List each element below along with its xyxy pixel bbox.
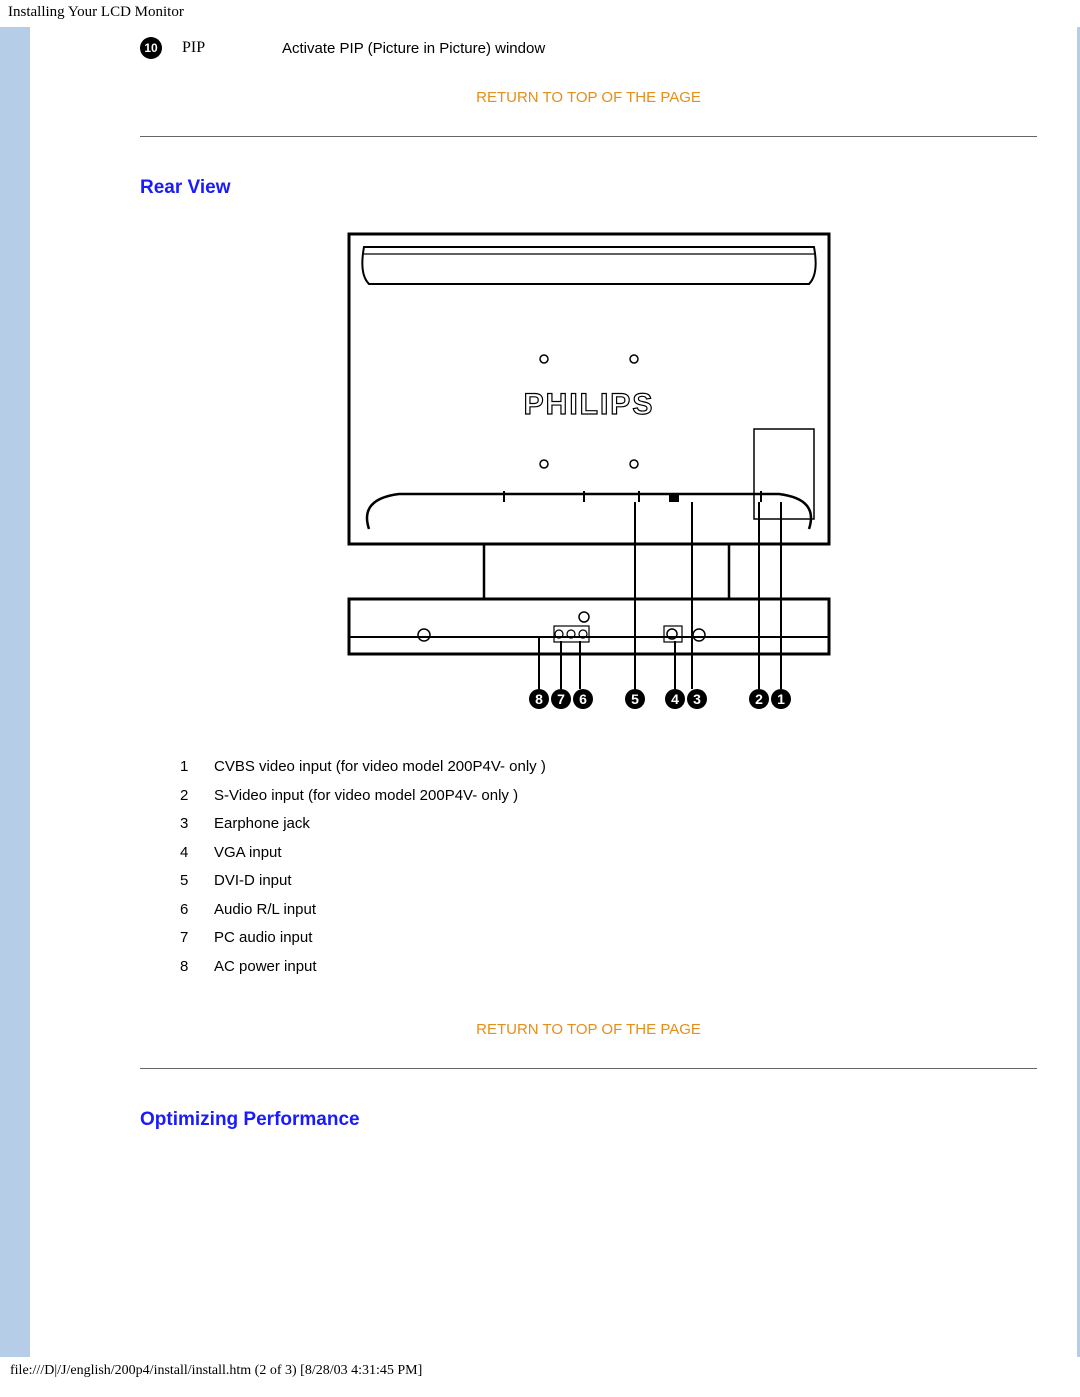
section-divider (140, 136, 1037, 137)
pip-number-badge: 10 (140, 37, 162, 59)
list-item: 3Earphone jack (180, 810, 1037, 839)
svg-text:7: 7 (557, 691, 565, 707)
brand-logo: PHILIPS (523, 388, 654, 421)
callout-2: 2 (749, 689, 769, 709)
section-divider (140, 1068, 1037, 1069)
port-list: 1CVBS video input (for video model 200P4… (180, 753, 1037, 981)
svg-text:6: 6 (579, 691, 587, 707)
list-item: 5DVI-D input (180, 867, 1037, 896)
callout-8: 8 (529, 689, 549, 709)
rear-view-diagram: PHILIPS (140, 229, 1037, 723)
list-item: 6Audio R/L input (180, 896, 1037, 925)
callout-4: 4 (665, 689, 685, 709)
return-to-top-link[interactable]: RETURN TO TOP OF THE PAGE (140, 1021, 1037, 1038)
page-header-title: Installing Your LCD Monitor (0, 0, 1080, 27)
pip-label: PIP (182, 39, 232, 57)
callout-1: 1 (771, 689, 791, 709)
list-item: 7PC audio input (180, 924, 1037, 953)
callout-5: 5 (625, 689, 645, 709)
page-frame: 10 PIP Activate PIP (Picture in Picture)… (0, 27, 1080, 1357)
return-to-top-link[interactable]: RETURN TO TOP OF THE PAGE (140, 89, 1037, 106)
list-item: 4VGA input (180, 839, 1037, 868)
svg-text:1: 1 (777, 691, 785, 707)
list-item: 1CVBS video input (for video model 200P4… (180, 753, 1037, 782)
svg-text:3: 3 (693, 691, 701, 707)
svg-text:5: 5 (631, 691, 639, 707)
pip-description: Activate PIP (Picture in Picture) window (282, 40, 545, 57)
list-item: 2S-Video input (for video model 200P4V- … (180, 782, 1037, 811)
rear-view-heading: Rear View (140, 177, 1037, 199)
optimizing-performance-heading: Optimizing Performance (140, 1109, 1037, 1131)
list-item: 8AC power input (180, 953, 1037, 982)
callout-3: 3 (687, 689, 707, 709)
callout-6: 6 (573, 689, 593, 709)
svg-text:8: 8 (535, 691, 543, 707)
callout-7: 7 (551, 689, 571, 709)
pip-row: 10 PIP Activate PIP (Picture in Picture)… (140, 37, 1037, 59)
svg-text:4: 4 (671, 691, 679, 707)
svg-text:2: 2 (755, 691, 763, 707)
footer-file-path: file:///D|/J/english/200p4/install/insta… (0, 1357, 1080, 1387)
